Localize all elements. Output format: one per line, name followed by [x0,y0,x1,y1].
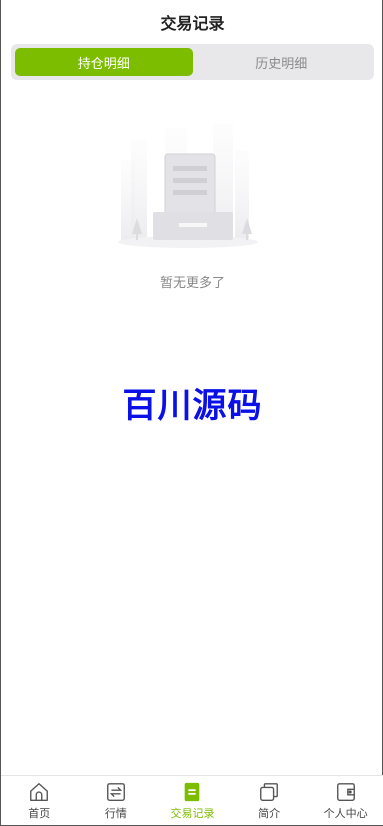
home-icon [30,782,49,801]
bottom-tabbar: 首页 行情 交易记录 简介 个人中心 [1,775,383,825]
segment-control: 持仓明细 历史明细 [11,44,374,80]
wallet-icon [336,782,355,801]
tabbar-item-intro[interactable]: 简介 [231,776,308,825]
empty-box-icon [113,110,263,260]
document-icon [185,782,200,801]
tabbar-label-intro: 简介 [258,806,281,820]
tabbar-item-market[interactable]: 行情 [78,776,155,825]
empty-state-text: 暂无更多了 [159,276,225,291]
app-frame: 交易记录 持仓明细 历史明细 暂无更多了 百川源码 首页 行情 交易记录 简介 … [0,0,383,826]
page-header: 交易记录 [1,0,383,44]
tab-history[interactable]: 历史明细 [193,48,371,76]
watermark-text: 百川源码 [122,386,263,426]
tabbar-item-trade-records[interactable]: 交易记录 [154,776,231,825]
copy-icon [260,782,279,801]
tabbar-item-home[interactable]: 首页 [1,776,78,825]
tabbar-label-market: 行情 [104,806,127,820]
tabbar-label-profile: 个人中心 [323,806,368,820]
tabbar-label-trade-records: 交易记录 [170,806,215,820]
tabbar-item-profile[interactable]: 个人中心 [307,776,383,825]
exchange-icon [106,782,125,801]
tabbar-label-home: 首页 [28,806,51,820]
tab-holdings[interactable]: 持仓明细 [15,48,193,76]
page-title: 交易记录 [160,14,225,33]
